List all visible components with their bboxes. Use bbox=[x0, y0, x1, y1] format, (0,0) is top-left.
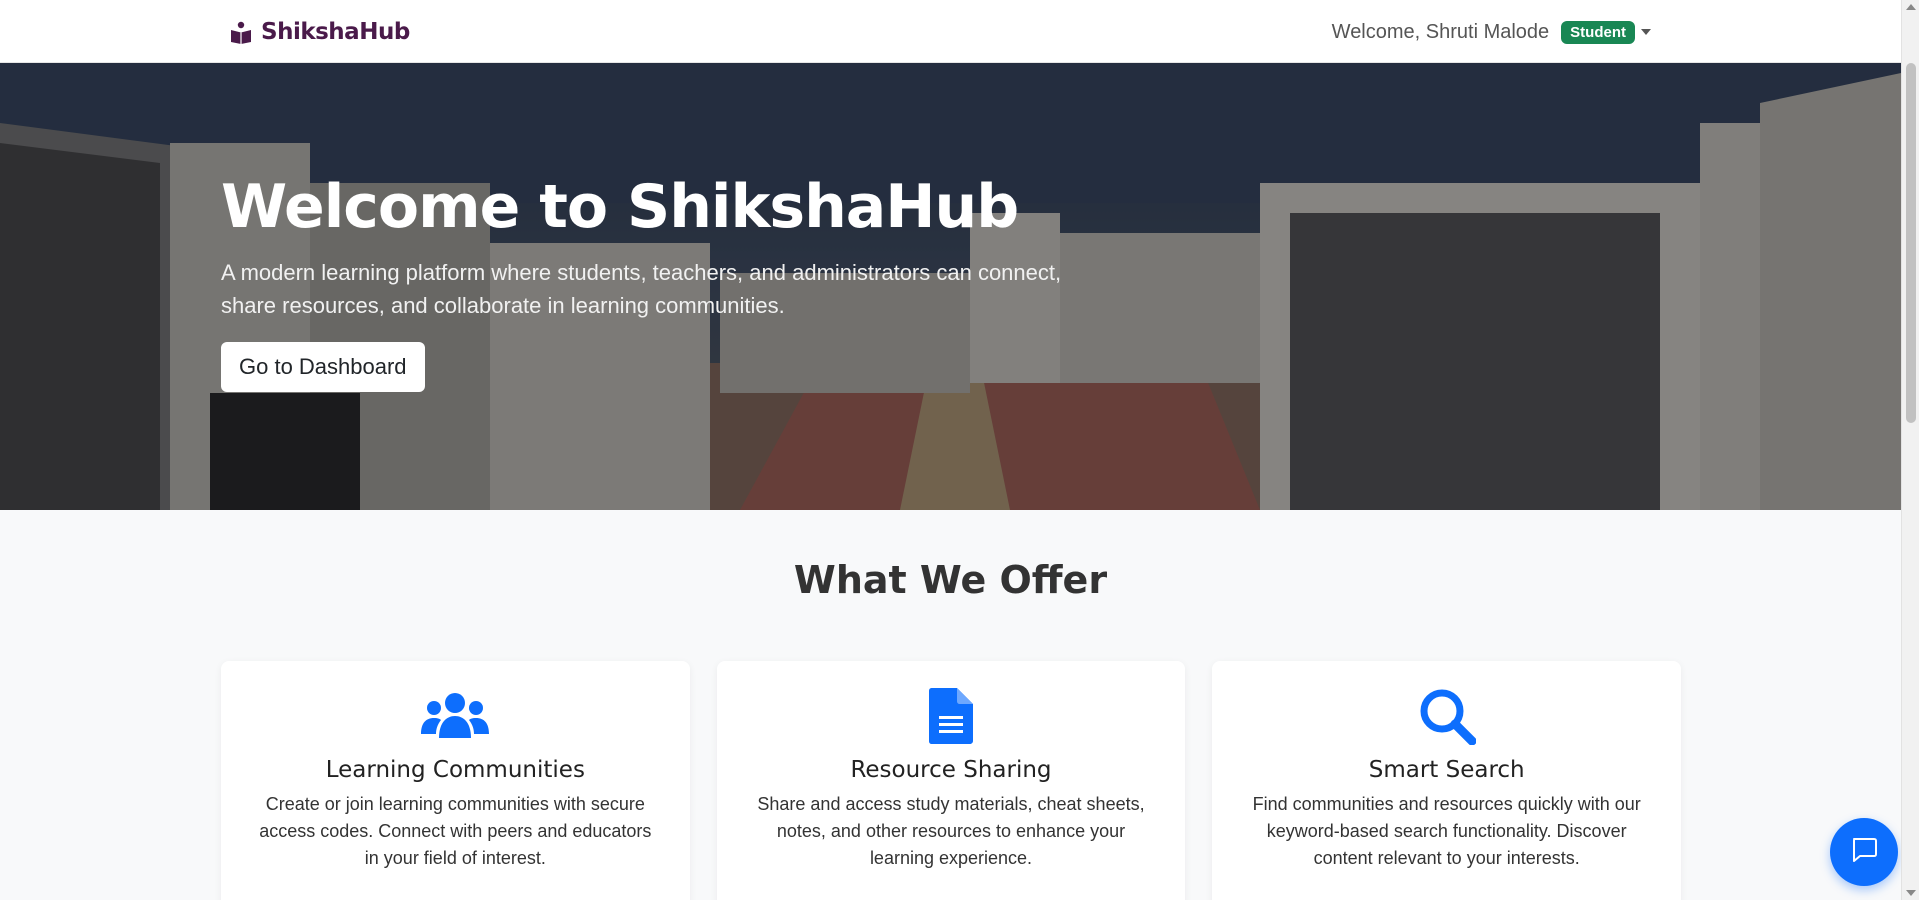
page-scrollbar[interactable] bbox=[1901, 0, 1919, 900]
chevron-down-icon bbox=[1641, 29, 1651, 35]
card-title: Resource Sharing bbox=[850, 757, 1052, 783]
book-reader-icon bbox=[229, 20, 253, 44]
offer-card-resource-sharing: Resource Sharing Share and access study … bbox=[716, 661, 1186, 900]
hero-content: Welcome to ShikshaHub A modern learning … bbox=[221, 173, 1121, 392]
card-text: Share and access study materials, cheat … bbox=[757, 794, 1145, 868]
offer-card-smart-search: Smart Search Find communities and resour… bbox=[1212, 661, 1682, 900]
scroll-thumb[interactable] bbox=[1906, 63, 1916, 423]
welcome-text: Welcome, Shruti Malode bbox=[1331, 20, 1550, 43]
chat-button[interactable] bbox=[1830, 818, 1898, 886]
role-badge: Student bbox=[1561, 20, 1635, 44]
file-text-icon bbox=[717, 687, 1186, 745]
hero-subtitle: A modern learning platform where student… bbox=[221, 260, 1062, 318]
card-text: Create or join learning communities with… bbox=[259, 794, 652, 868]
scroll-down-icon[interactable] bbox=[1906, 890, 1916, 896]
card-title: Learning Communities bbox=[325, 757, 585, 783]
hero-section: Welcome to ShikshaHub A modern learning … bbox=[0, 63, 1901, 510]
navbar: ShikshaHub Welcome, Shruti Malode Studen… bbox=[0, 0, 1901, 63]
user-menu-toggle[interactable]: Welcome, Shruti Malode Student bbox=[1332, 17, 1651, 47]
users-icon bbox=[221, 687, 690, 745]
offer-card-learning-communities: Learning Communities Create or join lear… bbox=[221, 661, 690, 900]
offers-title: What We Offer bbox=[793, 558, 1108, 602]
scroll-up-icon[interactable] bbox=[1906, 4, 1916, 10]
card-title: Smart Search bbox=[1368, 757, 1525, 783]
hero-title: Welcome to ShikshaHub bbox=[221, 172, 1019, 242]
search-icon bbox=[1212, 687, 1681, 745]
go-to-dashboard-button[interactable]: Go to Dashboard bbox=[221, 342, 425, 392]
brand-name: ShikshaHub bbox=[261, 19, 410, 45]
brand-link[interactable]: ShikshaHub bbox=[229, 17, 410, 47]
chat-icon bbox=[1851, 837, 1877, 867]
offers-cards: Learning Communities Create or join lear… bbox=[221, 661, 1682, 900]
card-text: Find communities and resources quickly w… bbox=[1252, 794, 1641, 868]
page: ShikshaHub Welcome, Shruti Malode Studen… bbox=[0, 0, 1919, 900]
